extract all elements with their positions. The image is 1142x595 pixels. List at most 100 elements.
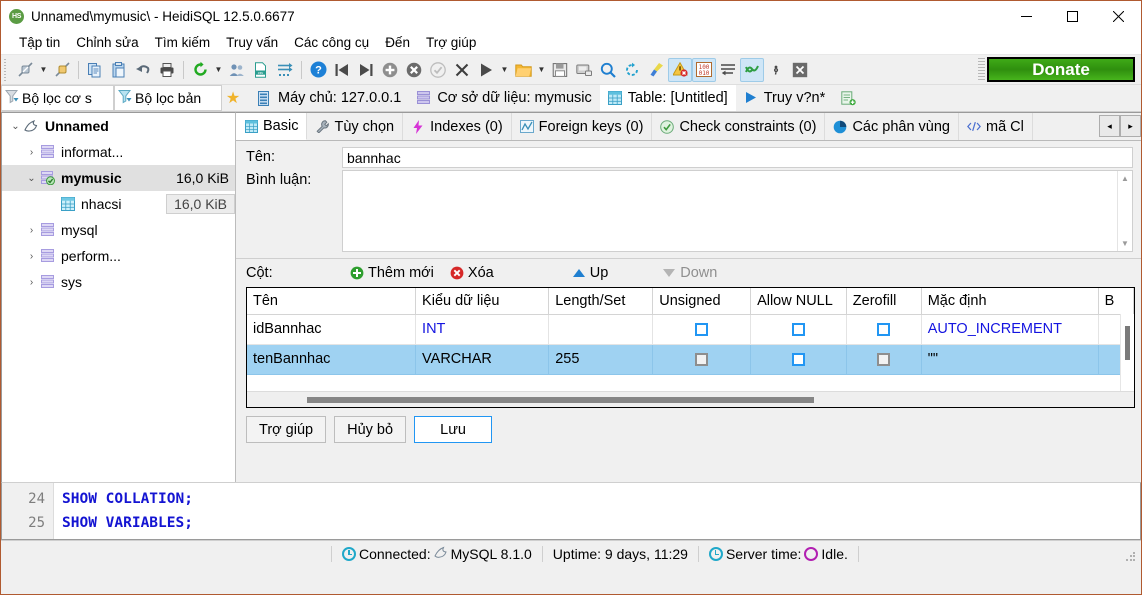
col-header-extra[interactable]: B [1098, 288, 1134, 315]
scroll-down-icon[interactable]: ▼ [1118, 236, 1132, 251]
import-csv-icon[interactable]: csv [249, 58, 273, 82]
sql-log-text[interactable]: SHOW COLLATION; SHOW VARIABLES; [54, 483, 1140, 539]
print-icon[interactable] [155, 58, 179, 82]
donate-toolbar-grip[interactable] [978, 58, 985, 80]
menu-item-query[interactable]: Truy vấn [218, 33, 286, 52]
tree-node-performance-schema[interactable]: › perform... [2, 243, 235, 269]
tree-node-mymusic[interactable]: ⌄ mymusic 16,0 KiB [2, 165, 235, 191]
sql-help-icon[interactable] [740, 57, 764, 82]
tree-node-nhacsi[interactable]: nhacsi 16,0 KiB [2, 191, 235, 217]
cell-default[interactable]: AUTO_INCREMENT [921, 314, 1099, 345]
delimiter-icon[interactable] [764, 58, 788, 82]
cell-datatype[interactable]: VARCHAR [415, 344, 550, 375]
tab-create-code[interactable]: mã Cl [959, 113, 1033, 140]
execute-dropdown-icon[interactable]: ▼ [498, 58, 511, 82]
save-button[interactable]: Lưu [414, 416, 493, 443]
refresh-icon[interactable] [188, 58, 212, 82]
table-filter-button[interactable]: Bộ lọc bản [114, 85, 222, 111]
cell-datatype[interactable]: INT [415, 314, 550, 345]
zerofill-checkbox[interactable] [877, 352, 891, 366]
menu-item-edit[interactable]: Chỉnh sửa [68, 33, 146, 52]
tab-check-constraints[interactable]: Check constraints (0) [652, 113, 826, 140]
connect-icon[interactable] [13, 58, 37, 82]
chevron-right-icon[interactable]: › [24, 147, 39, 158]
database-filter-button[interactable]: Bộ lọc cơ s [1, 85, 114, 111]
binary-view-icon[interactable]: 100 010 [692, 57, 716, 82]
tab-basic[interactable]: Basic [236, 113, 308, 140]
undo-icon[interactable] [131, 58, 155, 82]
tree-node-sys[interactable]: › sys [2, 269, 235, 295]
database-tree[interactable]: ⌄ Unnamed › informat... ⌄ mymusic 16,0 K… [1, 112, 236, 482]
toolbar-grip[interactable] [3, 58, 10, 81]
table-comment-input[interactable]: ▲ ▼ [342, 170, 1133, 252]
chevron-right-icon[interactable]: › [24, 225, 39, 236]
connect-dropdown-icon[interactable]: ▼ [37, 58, 50, 82]
save-as-icon[interactable] [572, 58, 596, 82]
cell-zerofill[interactable] [846, 344, 922, 375]
chevron-down-icon[interactable]: ⌄ [24, 173, 39, 184]
chevron-right-icon[interactable]: › [24, 251, 39, 262]
previous-tab-icon[interactable] [330, 58, 354, 82]
open-dropdown-icon[interactable]: ▼ [535, 58, 548, 82]
close-icon[interactable] [1095, 1, 1141, 31]
session-tab-new-query[interactable] [833, 85, 870, 111]
insert-row-icon[interactable] [378, 58, 402, 82]
cell-unsigned[interactable] [652, 344, 752, 375]
minimize-icon[interactable] [1003, 1, 1049, 31]
cell-default[interactable]: "" [921, 344, 1099, 375]
tree-node-unnamed[interactable]: ⌄ Unnamed [2, 113, 235, 139]
col-header-name[interactable]: Tên [247, 288, 417, 315]
table-row[interactable]: idBannhac INT AUTO_INCREMENT [247, 314, 1134, 345]
session-tab-database[interactable]: Cơ sở dữ liệu: mymusic [409, 85, 600, 111]
cell-name[interactable]: tenBannhac [247, 344, 417, 375]
columns-grid[interactable]: Tên Kiểu dữ liệu Length/Set Unsigned All… [246, 287, 1135, 408]
tab-scroll-right-button[interactable]: ▸ [1120, 115, 1141, 137]
cell-unsigned[interactable] [652, 314, 752, 345]
maximize-icon[interactable] [1049, 1, 1095, 31]
open-file-icon[interactable] [511, 58, 535, 82]
cell-length[interactable] [548, 314, 654, 345]
disconnect-icon[interactable] [50, 58, 74, 82]
menu-item-goto[interactable]: Đến [377, 33, 418, 52]
save-file-icon[interactable] [548, 58, 572, 82]
cell-allow-null[interactable] [750, 344, 847, 375]
comment-scrollbar[interactable]: ▲ ▼ [1117, 171, 1132, 251]
add-column-button[interactable]: Thêm mới [342, 265, 442, 281]
word-wrap-icon[interactable] [716, 58, 740, 82]
sql-log-panel[interactable]: 24 25 SHOW COLLATION; SHOW VARIABLES; [1, 482, 1141, 540]
move-column-up-button[interactable]: Up [564, 265, 617, 281]
close-tab-icon[interactable] [788, 58, 812, 82]
window-resize-grip[interactable] [1125, 551, 1137, 563]
copy-icon[interactable] [83, 58, 107, 82]
cell-name[interactable]: idBannhac [247, 314, 417, 345]
col-header-length[interactable]: Length/Set [548, 288, 654, 315]
next-tab-icon[interactable] [354, 58, 378, 82]
unsigned-checkbox[interactable] [695, 322, 709, 336]
table-name-input[interactable]: bannhac [342, 147, 1133, 168]
apply-changes-icon[interactable] [426, 58, 450, 82]
execute-query-icon[interactable] [474, 58, 498, 82]
cancel-button[interactable]: Hủy bỏ [334, 416, 407, 443]
menu-item-file[interactable]: Tập tin [11, 33, 68, 52]
tab-foreign-keys[interactable]: Foreign keys (0) [512, 113, 653, 140]
refresh-dropdown-icon[interactable]: ▼ [212, 58, 225, 82]
col-header-allow-null[interactable]: Allow NULL [750, 288, 847, 315]
tab-scroll-left-button[interactable]: ◂ [1099, 115, 1120, 137]
format-sql-icon[interactable] [644, 58, 668, 82]
chevron-right-icon[interactable]: › [24, 277, 39, 288]
paste-icon[interactable] [107, 58, 131, 82]
col-header-default[interactable]: Mặc định [921, 288, 1099, 315]
allow-null-checkbox[interactable] [791, 352, 805, 366]
users-icon[interactable] [225, 58, 249, 82]
delete-row-icon[interactable] [402, 58, 426, 82]
export-grid-icon[interactable] [273, 58, 297, 82]
menu-item-search[interactable]: Tìm kiếm [147, 33, 219, 52]
chevron-down-icon[interactable]: ⌄ [8, 121, 23, 132]
scroll-up-icon[interactable]: ▲ [1118, 171, 1132, 186]
zerofill-checkbox[interactable] [877, 322, 891, 336]
col-header-unsigned[interactable]: Unsigned [652, 288, 752, 315]
cancel-changes-icon[interactable] [450, 58, 474, 82]
find-icon[interactable] [596, 58, 620, 82]
allow-null-checkbox[interactable] [791, 322, 805, 336]
tree-node-mysql[interactable]: › mysql [2, 217, 235, 243]
